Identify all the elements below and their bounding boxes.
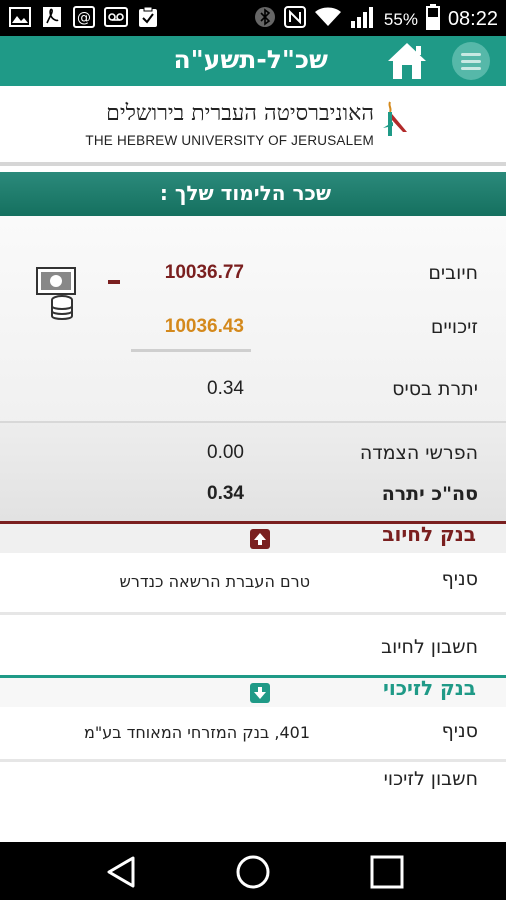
battery-percent: 55% [383,9,418,29]
picture-icon [8,5,32,29]
debits-value: 10036.77 [164,262,244,283]
linkage-value: 0.00 [207,442,244,463]
bank-credit-account-label: חשבון לזיכוי [383,768,478,790]
debits-label: חיובים [428,262,478,284]
wifi-icon [314,6,342,33]
voicemail-icon [104,5,128,29]
money-stack-icon [36,267,76,320]
section-title: שכר הלימוד שלך : [159,181,331,205]
menu-button[interactable] [452,42,490,80]
bluetooth-icon [254,5,276,34]
bank-debit-branch-label: סניף [441,568,478,590]
system-status: 55% 08:22 [254,4,498,35]
credits-label: זיכויים [430,316,478,338]
app-title: שכ"ל-תשע"ה [173,45,328,74]
notification-icons: @ [8,5,160,29]
nfc-icon [283,5,306,34]
balance-subtotals [0,423,506,521]
bank-credit-account-row: חשבון לזיכוי [0,762,506,842]
app-bar: שכ"ל-תשע"ה [0,36,506,86]
base-balance-label: יתרת בסיס [392,378,478,400]
back-icon[interactable] [103,854,139,890]
navigation-bar [0,842,506,900]
bank-credit-branch-value: 401, בנק המזרחי המאוחד בע"מ [84,723,310,742]
total-label: סה"כ יתרה [381,483,478,505]
sum-underline [131,349,251,352]
arrow-down-icon[interactable] [250,683,270,703]
menu-icon [461,52,481,56]
bank-debit-header[interactable]: בנק לחיוב [0,521,506,553]
bank-credit-title: בנק לזיכוי [382,676,476,700]
clipboard-check-icon [136,5,160,29]
bank-debit-title: בנק לחיוב [382,522,476,546]
linkage-label: הפרשי הצמדה [359,442,478,464]
svg-text:@: @ [77,10,91,26]
divider [0,421,506,423]
bank-debit-account-label: חשבון לחיוב [381,636,478,658]
logo-english: THE HEBREW UNIVERSITY OF JERUSALEM [85,133,374,148]
bank-debit-branch-row: סניף טרם העברת הרשאה כנדרש [0,553,506,613]
at-icon: @ [72,5,96,29]
bank-debit-branch-value: טרם העברת הרשאה כנדרש [119,572,310,591]
bank-credit-header[interactable]: בנק לזיכוי [0,675,506,707]
bank-credit-branch-row: סניף 401, בנק המזרחי המאוחד בע"מ [0,707,506,759]
university-emblem-icon [383,101,407,136]
recents-icon[interactable] [369,854,405,890]
base-balance-value: 0.34 [207,378,244,399]
battery-icon [425,4,440,35]
section-header: שכר הלימוד שלך : [0,172,506,216]
status-bar: @ 55% 08:22 [0,0,506,36]
arrow-up-icon[interactable] [250,529,270,549]
total-value: 0.34 [207,483,244,504]
bank-debit-account-row: חשבון לחיוב [0,615,506,675]
pdf-icon [40,5,64,29]
university-logo: האוניברסיטה העברית בירושלים THE HEBREW U… [0,86,506,166]
logo-hebrew: האוניברסיטה העברית בירושלים [106,101,374,126]
home-circle-icon[interactable] [235,854,271,890]
bank-credit-branch-label: סניף [441,720,478,742]
home-button[interactable] [385,40,429,82]
credits-value: 10036.43 [164,316,244,337]
signal-icon [350,5,376,34]
home-icon [388,43,426,79]
minus-sign [108,280,120,284]
clock: 08:22 [447,8,498,30]
